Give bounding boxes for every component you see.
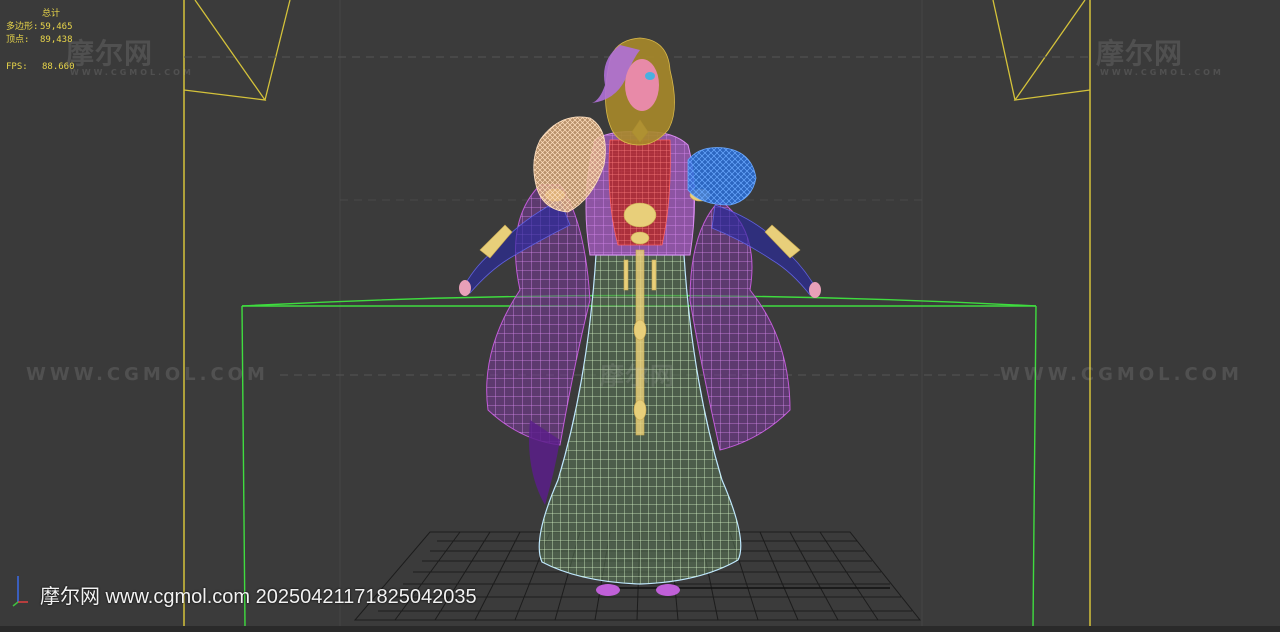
stats-fps-row: FPS: 88.660 <box>6 61 96 74</box>
hand-left <box>459 280 471 296</box>
bodice-mesh <box>609 140 671 245</box>
viewport[interactable]: 摩尔网 WWW.CGMOL.COM 摩尔网 WWW.CGMOL.COM WWW.… <box>0 0 1280 632</box>
stats-polygons-value: 59,465 <box>40 22 73 32</box>
face <box>625 59 659 111</box>
character-model[interactable] <box>459 37 821 596</box>
camera-frustum-right <box>1013 0 1091 101</box>
camera-frustum-left-2 <box>264 0 291 101</box>
stats-vertices-row: 顶点: 89,438 <box>6 34 96 47</box>
shoulder-fur-right-mesh <box>688 147 756 205</box>
stats-header: 总计 <box>42 9 61 19</box>
frame-left-panel <box>0 0 184 632</box>
hand-right <box>809 282 821 298</box>
camera-frustum-left <box>183 0 267 101</box>
foot-right <box>656 584 680 596</box>
scene-canvas[interactable] <box>0 0 1280 632</box>
stats-polygons-label: 多边形: <box>6 22 39 32</box>
foot-left <box>596 584 620 596</box>
stats-fps-label: FPS: <box>6 62 28 72</box>
stats-vertices-label: 顶点: <box>6 35 30 45</box>
stats-vertices-value: 89,438 <box>40 35 73 45</box>
face-blue-mark <box>645 72 655 80</box>
viewport-bottom-bar <box>0 626 1280 632</box>
viewport-statistics: 总计 多边形: 59,465 顶点: 89,438 FPS: 88.660 <box>6 8 96 74</box>
camera-frustum-right-2 <box>992 0 1016 101</box>
axis-gizmo-icon[interactable] <box>10 572 30 608</box>
stats-fps-value: 88.660 <box>42 62 75 72</box>
stats-polygons-row: 多边形: 59,465 <box>6 21 96 34</box>
frame-right-panel <box>1090 0 1280 632</box>
footer-watermark: 摩尔网 www.cgmol.com 20250421171825042035 <box>40 586 477 608</box>
